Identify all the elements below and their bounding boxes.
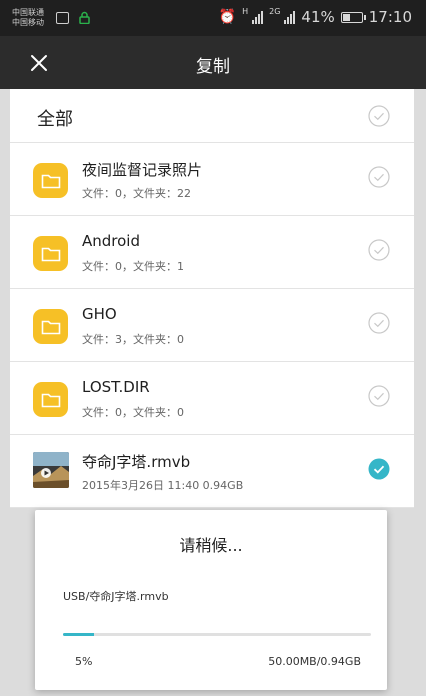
list-item[interactable]: Android 文件：0，文件夹：1	[10, 216, 414, 289]
item-meta: 文件：0，文件夹：1	[82, 260, 184, 273]
item-name: LOST.DIR	[82, 378, 150, 396]
carrier-line-2: 中国移动	[12, 18, 44, 27]
carrier-names: 中国联通 中国移动	[12, 8, 44, 28]
list-item[interactable]: 夺命J字塔.rmvb 2015年3月26日 11:40 0.94GB	[10, 435, 414, 508]
page-title: 复制	[196, 57, 230, 77]
file-list: 全部 夜间监督记录照片 文件：0，文件夹：22 Android 文件：0，文件夹…	[10, 89, 414, 508]
item-name: 夜间监督记录照片	[82, 161, 203, 179]
dialog-title: 请稍候...	[179, 536, 243, 555]
folder-icon	[33, 236, 68, 271]
progress-dialog: 请稍候... USB/夺命J字塔.rmvb 5% 50.00MB/0.94GB	[35, 510, 387, 690]
item-meta: 文件：0，文件夹：0	[82, 406, 184, 419]
status-right: ⏰ H 2G 41% 17:10	[218, 6, 412, 27]
list-item[interactable]: LOST.DIR 文件：0，文件夹：0	[10, 362, 414, 435]
folder-icon	[33, 163, 68, 198]
image-icon	[56, 12, 69, 24]
checkbox-unchecked-icon[interactable]	[368, 239, 390, 261]
item-meta: 2015年3月26日 11:40 0.94GB	[82, 479, 244, 492]
item-meta: 文件：0，文件夹：22	[82, 187, 191, 200]
clock: 17:10	[368, 8, 412, 26]
item-name: 夺命J字塔.rmvb	[82, 453, 191, 471]
network-2-label: 2G	[269, 6, 281, 16]
item-name: GHO	[82, 305, 117, 323]
battery-icon	[340, 11, 366, 23]
dialog-file-path: USB/夺命J字塔.rmvb	[63, 590, 169, 603]
folder-icon	[33, 309, 68, 344]
checkbox-unchecked-icon[interactable]	[368, 166, 390, 188]
alarm-icon: ⏰	[218, 9, 237, 25]
progress-size: 50.00MB/0.94GB	[268, 655, 361, 668]
checkbox-checked-icon[interactable]	[368, 458, 390, 480]
folder-icon	[33, 382, 68, 417]
network-1-label: H	[242, 6, 249, 16]
video-thumbnail-icon	[33, 452, 69, 488]
carrier-line-1: 中国联通	[12, 8, 44, 17]
select-all-label: 全部	[37, 109, 73, 130]
status-bar: 中国联通 中国移动 ⏰ H 2G 41% 17:10	[0, 0, 426, 36]
checkbox-unchecked-icon[interactable]	[368, 312, 390, 334]
checkbox-unchecked-icon[interactable]	[368, 385, 390, 407]
select-all-row[interactable]: 全部	[10, 89, 414, 143]
progress-bar-fill	[63, 633, 94, 636]
progress-percent: 5%	[75, 655, 93, 668]
item-name: Android	[82, 232, 140, 250]
list-item[interactable]: GHO 文件：3，文件夹：0	[10, 289, 414, 362]
list-item[interactable]: 夜间监督记录照片 文件：0，文件夹：22	[10, 143, 414, 216]
battery-percent: 41%	[301, 8, 335, 26]
title-bar: 复制	[0, 36, 426, 89]
item-meta: 文件：3，文件夹：0	[82, 333, 184, 346]
progress-bar	[63, 633, 371, 636]
checkbox-unchecked-icon[interactable]	[368, 105, 390, 127]
signal-icon	[284, 10, 296, 24]
signal-icon	[252, 10, 264, 24]
lock-icon	[79, 11, 90, 24]
